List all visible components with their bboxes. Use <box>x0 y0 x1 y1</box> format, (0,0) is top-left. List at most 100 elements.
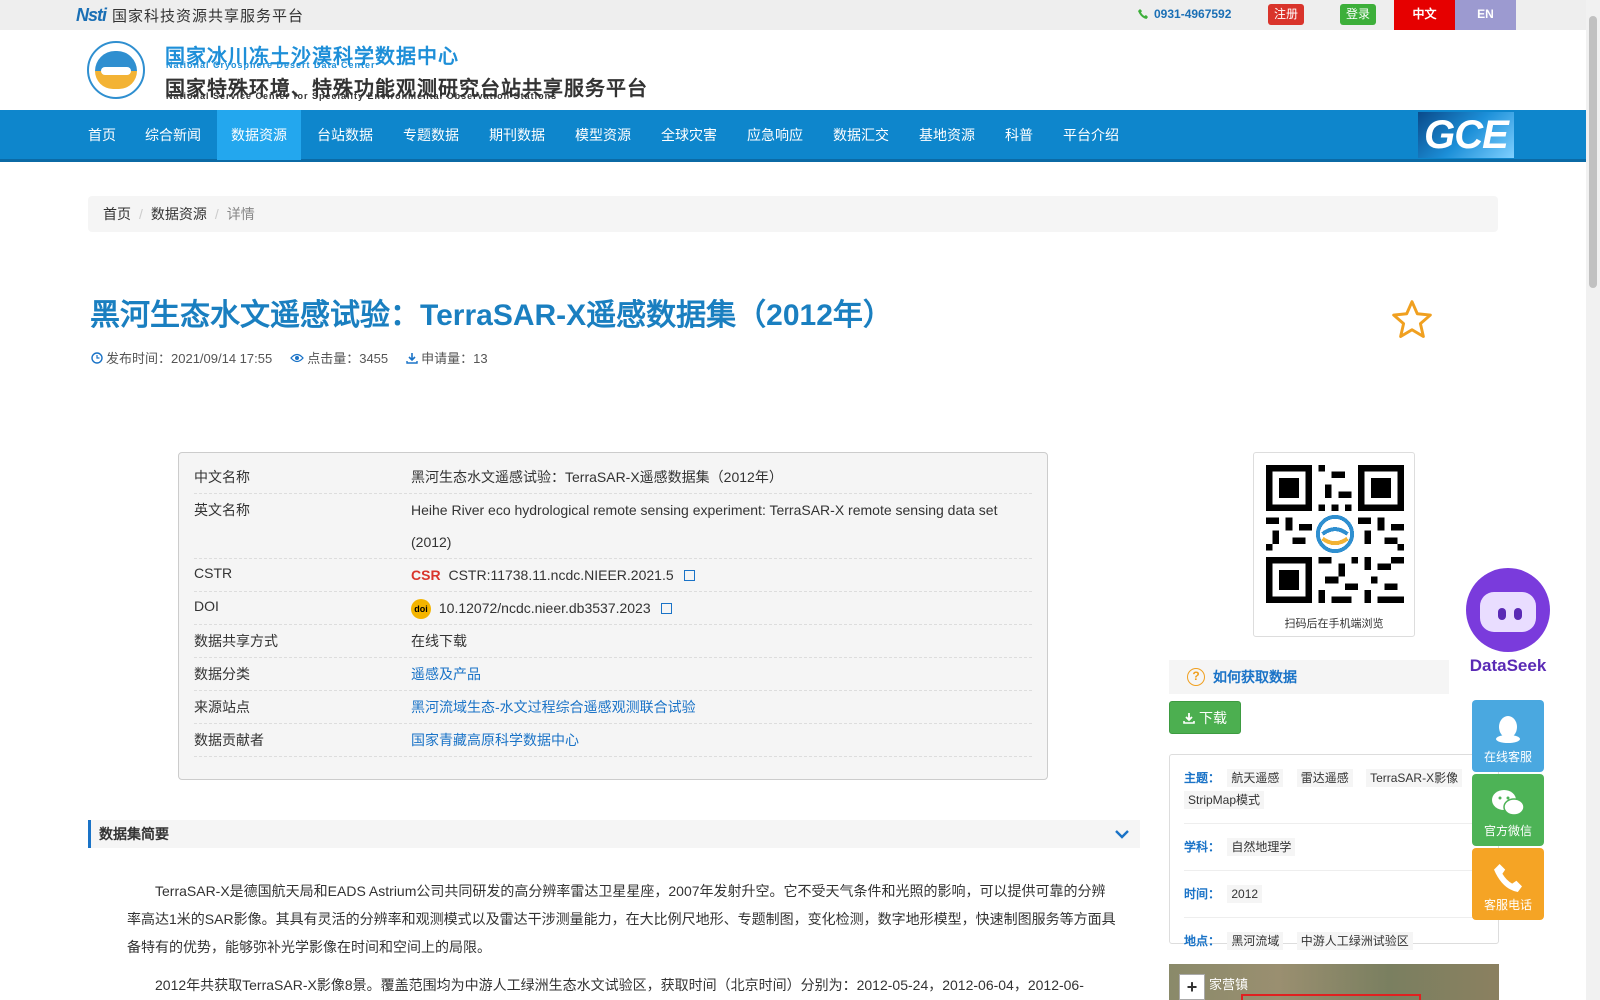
info-station-link[interactable]: 黑河流域生态-水文过程综合遥感观测联合试验 <box>411 691 1032 723</box>
gce-logo[interactable]: GCE <box>1418 112 1514 158</box>
info-row-cn-name: 中文名称 黑河生态水文遥感试验：TerraSAR-X遥感数据集（2012年） <box>194 461 1032 494</box>
external-link-icon[interactable] <box>683 570 695 581</box>
tag-key: 学科： <box>1184 840 1221 854</box>
doi-value[interactable]: 10.12072/ncdc.nieer.db3537.2023 <box>439 600 651 616</box>
nav-news[interactable]: 综合新闻 <box>131 110 215 160</box>
service-phone-label: 客服电话 <box>1483 898 1532 912</box>
breadcrumb-data-resources[interactable]: 数据资源 <box>151 204 207 224</box>
phone-icon <box>1138 9 1148 19</box>
nav-station-data[interactable]: 台站数据 <box>303 110 387 160</box>
abstract-header[interactable]: 数据集简要 <box>88 820 1140 848</box>
nsti-platform-name: 国家科技资源共享服务平台 <box>112 7 305 25</box>
favorite-star-icon[interactable] <box>1390 298 1434 342</box>
how-to-get-data[interactable]: ? 如何获取数据 <box>1169 660 1449 694</box>
dataset-title: 黑河生态水文遥感试验：TerraSAR-X遥感数据集（2012年） <box>90 299 893 332</box>
tag-item[interactable]: 中游人工绿洲试验区 <box>1296 932 1413 950</box>
tag-item[interactable]: 黑河流域 <box>1227 932 1284 950</box>
lang-chinese[interactable]: 中文 <box>1394 0 1455 30</box>
info-key: 数据贡献者 <box>194 732 264 748</box>
page-scrollbar[interactable] <box>1586 0 1600 1000</box>
center-emblem-logo[interactable] <box>87 41 145 99</box>
download-icon <box>406 352 418 364</box>
nsti-mark: Nsti <box>76 4 107 25</box>
nsti-logo[interactable]: Nsti 国家科技资源共享服务平台 <box>76 4 304 26</box>
info-category-link[interactable]: 遥感及产品 <box>411 658 1032 690</box>
platform-subtitle: National Service Center for Speciality E… <box>166 91 558 101</box>
tag-item[interactable]: 航天遥感 <box>1227 769 1284 787</box>
info-row-station: 来源站点 黑河流域生态-水文过程综合遥感观测联合试验 <box>194 691 1032 724</box>
lang-english[interactable]: EN <box>1455 0 1516 30</box>
qr-code-icon <box>1266 465 1404 603</box>
nav-data-resources[interactable]: 数据资源 <box>217 110 301 160</box>
eye-icon <box>290 353 305 362</box>
map-zoom-in-button[interactable]: + <box>1179 974 1205 1000</box>
nav-data-submission[interactable]: 数据汇交 <box>819 110 903 160</box>
nav-topic-data[interactable]: 专题数据 <box>389 110 473 160</box>
info-row-cstr: CSTR CSR CSTR:11738.11.ncdc.NIEER.2021.5 <box>194 559 1032 592</box>
breadcrumb-home[interactable]: 首页 <box>103 204 131 224</box>
tag-item[interactable]: 自然地理学 <box>1227 838 1296 856</box>
question-icon: ? <box>1187 668 1205 686</box>
doi-logo-icon: doi <box>411 599 431 620</box>
nav-base-resources[interactable]: 基地资源 <box>905 110 989 160</box>
breadcrumb: 首页 / 数据资源 / 详情 <box>88 196 1498 232</box>
info-row-en-name: 英文名称 Heihe River eco hydrological remote… <box>194 494 1032 559</box>
nav-emergency-response[interactable]: 应急响应 <box>733 110 817 160</box>
service-phone-button[interactable]: 客服电话 <box>1472 848 1544 920</box>
nav-journal-data[interactable]: 期刊数据 <box>475 110 559 160</box>
tag-item[interactable]: TerraSAR-X影像 <box>1366 769 1463 787</box>
click-count: 点击量：3455 <box>307 351 389 366</box>
info-share-method: 在线下载 <box>411 633 467 649</box>
online-service-label: 在线客服 <box>1483 750 1532 764</box>
tag-row-theme: 主题： 航天遥感 雷达遥感 TerraSAR-X影像 StripMap模式 <box>1184 755 1484 824</box>
external-link-icon[interactable] <box>660 603 672 614</box>
cstr-value[interactable]: CSTR:11738.11.ncdc.NIEER.2021.5 <box>448 567 673 583</box>
abstract-heading: 数据集简要 <box>99 826 169 842</box>
info-key: 中文名称 <box>194 469 250 485</box>
wechat-label: 官方微信 <box>1483 824 1532 838</box>
wechat-button[interactable]: 官方微信 <box>1472 774 1544 846</box>
tag-item[interactable]: StripMap模式 <box>1184 791 1265 809</box>
tag-key: 时间： <box>1184 887 1221 901</box>
dataset-meta: 发布时间：2021/09/14 17:55 点击量：3455 申请量：13 <box>91 348 488 367</box>
info-row-contributor: 数据贡献者 国家青藏高原科学数据中心 <box>194 724 1032 757</box>
nav-science[interactable]: 科普 <box>991 110 1047 160</box>
online-service-button[interactable]: 在线客服 <box>1472 700 1544 772</box>
phone-number: 0931-4967592 <box>1154 7 1232 21</box>
tag-item[interactable]: 2012 <box>1227 885 1263 903</box>
info-key: 数据分类 <box>194 666 250 682</box>
nav-global-disasters[interactable]: 全球灾害 <box>647 110 731 160</box>
chevron-down-icon[interactable] <box>1114 826 1130 842</box>
nav-platform-intro[interactable]: 平台介绍 <box>1049 110 1133 160</box>
site-header: 国家冰川冻土沙漠科学数据中心 National Cryosphere Deser… <box>0 30 1600 110</box>
info-contributor-link[interactable]: 国家青藏高原科学数据中心 <box>411 724 1032 756</box>
tag-item[interactable]: 雷达遥感 <box>1296 769 1353 787</box>
breadcrumb-current: 详情 <box>226 206 255 222</box>
tag-key: 地点： <box>1184 934 1221 948</box>
main-nav: 首页 综合新闻 数据资源 台站数据 专题数据 期刊数据 模型资源 全球灾害 应急… <box>0 110 1586 162</box>
top-bar: Nsti 国家科技资源共享服务平台 0931-4967592 注册 登录 中文 … <box>0 0 1600 30</box>
nav-home[interactable]: 首页 <box>74 110 130 160</box>
download-button[interactable]: 下载 <box>1169 701 1241 734</box>
location-map[interactable]: + 家营镇 <box>1169 964 1499 1000</box>
dataset-tags: 主题： 航天遥感 雷达遥感 TerraSAR-X影像 StripMap模式 学科… <box>1169 754 1499 950</box>
center-subtitle: National Cryosphere Desert Data Center <box>166 60 376 70</box>
tag-row-time: 时间： 2012 <box>1184 871 1484 918</box>
info-key: CSTR <box>194 565 233 581</box>
info-key: 来源站点 <box>194 699 250 715</box>
dataseek-assistant[interactable]: DataSeek <box>1460 568 1556 678</box>
nav-model-resources[interactable]: 模型资源 <box>561 110 645 160</box>
cstr-logo-icon: CSR <box>411 567 441 583</box>
info-key: 英文名称 <box>194 502 250 518</box>
wechat-icon <box>1492 790 1525 816</box>
login-button[interactable]: 登录 <box>1340 4 1376 25</box>
register-button[interactable]: 注册 <box>1268 4 1304 25</box>
download-label: 下载 <box>1199 709 1227 726</box>
clock-icon <box>91 351 103 364</box>
scrollbar-thumb[interactable] <box>1589 16 1597 288</box>
info-row-share: 数据共享方式 在线下载 <box>194 625 1032 658</box>
tag-row-discipline: 学科： 自然地理学 <box>1184 824 1484 871</box>
download-icon <box>1183 712 1195 724</box>
qq-penguin-icon <box>1496 716 1520 743</box>
contact-phone: 0931-4967592 <box>1138 7 1231 21</box>
